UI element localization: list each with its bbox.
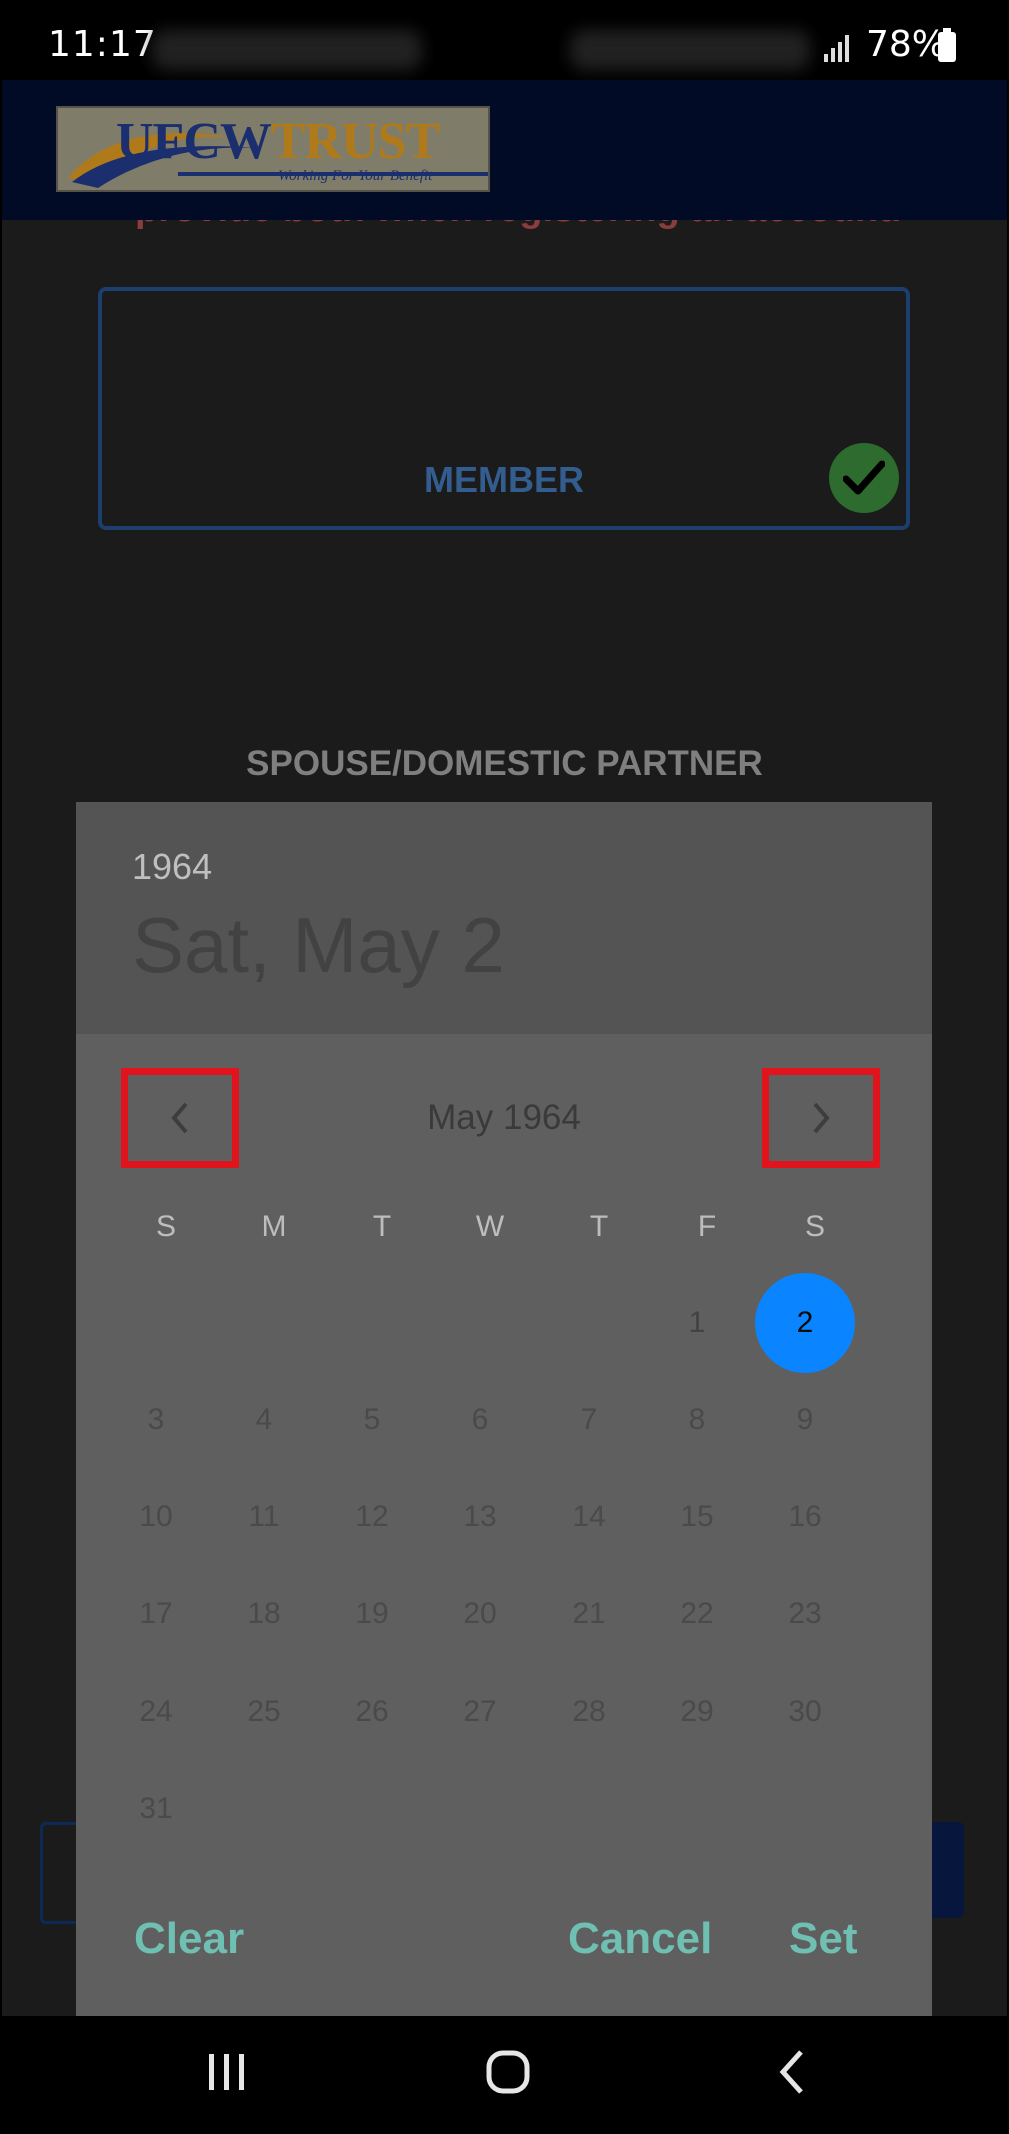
calendar-day[interactable]: 18 <box>214 1564 314 1664</box>
chevron-right-icon <box>813 1102 830 1134</box>
calendar-day[interactable]: 9 <box>755 1370 855 1470</box>
calendar-day[interactable]: 16 <box>755 1467 855 1567</box>
date-picker-dialog: 1964 Sat, May 2 May 1964 S M T W T F S 1… <box>76 802 932 2016</box>
background-button-edge <box>930 1822 964 1918</box>
calendar-day[interactable]: 14 <box>539 1467 639 1567</box>
next-month-button[interactable] <box>762 1068 880 1168</box>
calendar-day[interactable]: 8 <box>647 1370 747 1470</box>
weekday-header: S M T W T F S <box>112 1210 872 1256</box>
cancel-button[interactable]: Cancel <box>568 1914 712 1964</box>
logo-wordmark: UFCWTRUST <box>116 113 440 170</box>
calendar-day[interactable]: 12 <box>322 1467 422 1567</box>
blurred-notification-icons <box>152 30 422 70</box>
member-card[interactable]: MEMBER <box>98 287 910 530</box>
calendar-day[interactable]: 3 <box>106 1370 206 1470</box>
member-label: MEMBER <box>424 459 584 500</box>
weekday-label: M <box>261 1210 287 1243</box>
blurred-notification-icons <box>570 30 810 70</box>
status-bar: 11:17 78% <box>0 0 1009 80</box>
calendar-day[interactable]: 10 <box>106 1467 206 1567</box>
dialog-actions: Clear Cancel Set <box>76 1914 932 1984</box>
instruction-text: provide both when registering an account… <box>135 220 901 231</box>
calendar-day[interactable]: 26 <box>322 1662 422 1762</box>
weekday-label: T <box>589 1210 609 1243</box>
weekday-label: S <box>155 1210 176 1243</box>
calendar-day[interactable]: 13 <box>430 1467 530 1567</box>
calendar-day[interactable]: 21 <box>539 1564 639 1664</box>
calendar-day[interactable]: 28 <box>539 1662 639 1762</box>
calendar-day[interactable]: 29 <box>647 1662 747 1762</box>
spouse-domestic-partner-label[interactable]: SPOUSE/DOMESTIC PARTNER <box>0 744 1009 784</box>
battery-percent: 78% <box>866 24 947 65</box>
recents-icon[interactable] <box>205 2052 249 2092</box>
logo-tagline: Working For Your Benefit <box>278 168 433 184</box>
calendar-day[interactable]: 30 <box>755 1662 855 1762</box>
clear-button[interactable]: Clear <box>134 1914 244 1964</box>
battery-icon <box>938 28 956 62</box>
check-icon <box>829 443 899 513</box>
calendar-day[interactable]: 6 <box>430 1370 530 1470</box>
calendar-day[interactable]: 25 <box>214 1662 314 1762</box>
calendar-day[interactable]: 11 <box>214 1467 314 1567</box>
set-button[interactable]: Set <box>789 1914 857 1964</box>
calendar-day[interactable]: 1 <box>647 1273 747 1373</box>
calendar-day[interactable]: 15 <box>647 1467 747 1567</box>
background-button-edge <box>40 1822 79 1924</box>
status-time: 11:17 <box>48 24 157 65</box>
instruction-text-clipped: provide both when registering an account… <box>0 220 1009 280</box>
home-icon[interactable] <box>484 2048 532 2096</box>
calendar-day[interactable]: 4 <box>214 1370 314 1470</box>
weekday-label: T <box>372 1210 392 1243</box>
calendar-day[interactable]: 31 <box>106 1759 206 1859</box>
signal-icon <box>822 32 852 62</box>
calendar-day-selected[interactable]: 2 <box>755 1273 855 1373</box>
calendar-day[interactable]: 17 <box>106 1564 206 1664</box>
calendar-day[interactable]: 19 <box>322 1564 422 1664</box>
weekday-label: S <box>804 1210 825 1243</box>
android-nav-bar <box>0 2016 1009 2134</box>
calendar-day[interactable]: 7 <box>539 1370 639 1470</box>
calendar-day[interactable]: 27 <box>430 1662 530 1762</box>
calendar-day[interactable]: 20 <box>430 1564 530 1664</box>
date-picker-header: 1964 Sat, May 2 <box>76 802 932 1034</box>
calendar-day[interactable]: 22 <box>647 1564 747 1664</box>
weekday-label: W <box>475 1210 505 1243</box>
ufcw-trust-logo[interactable]: UFCWTRUST Working For Your Benefit <box>56 106 490 192</box>
weekday-label: F <box>697 1210 717 1243</box>
calendar-day[interactable]: 24 <box>106 1662 206 1762</box>
selected-date: Sat, May 2 <box>132 901 505 989</box>
back-icon[interactable] <box>775 2048 807 2096</box>
calendar-day[interactable]: 23 <box>755 1564 855 1664</box>
selected-year[interactable]: 1964 <box>132 846 212 888</box>
calendar-day[interactable]: 5 <box>322 1370 422 1470</box>
app-header: UFCWTRUST Working For Your Benefit <box>0 80 1009 220</box>
